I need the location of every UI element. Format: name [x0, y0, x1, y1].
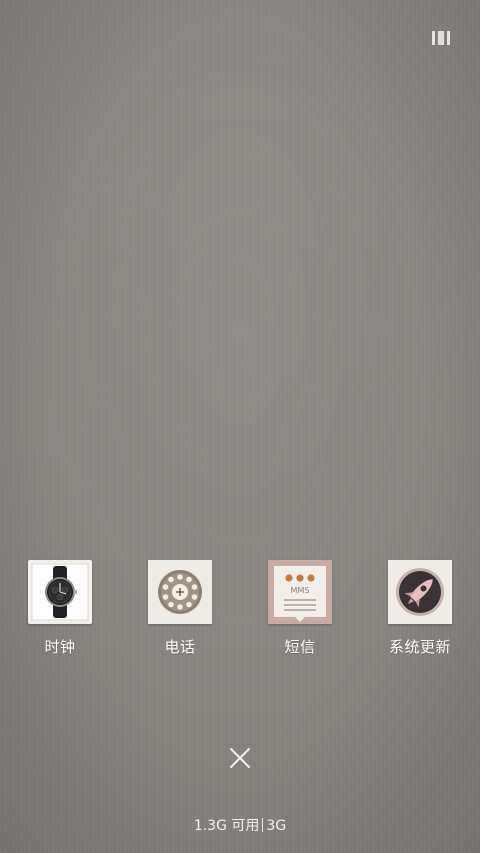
app-label: 时钟 — [44, 638, 76, 656]
app-phone[interactable]: 电话 — [125, 560, 235, 657]
mms-icon: MMS — [268, 560, 332, 624]
rotary-phone-icon — [148, 560, 212, 624]
app-system-update[interactable]: 系统更新 — [365, 560, 475, 657]
app-messages[interactable]: MMS 短信 — [245, 560, 355, 657]
divider — [262, 818, 264, 832]
watch-icon — [28, 560, 92, 624]
app-label: 系统更新 — [388, 638, 451, 656]
screen-toggle-icon[interactable] — [432, 31, 451, 45]
mms-text: MMS — [291, 586, 310, 595]
close-icon[interactable] — [226, 744, 254, 772]
app-clock[interactable]: 时钟 — [5, 560, 115, 657]
wallpaper-vignette — [0, 0, 480, 853]
available-memory: 1.3G 可用 — [193, 818, 260, 834]
storage-status: 1.3G 可用 3G — [0, 815, 480, 835]
app-label: 短信 — [284, 638, 316, 656]
network-type: 3G — [266, 818, 287, 834]
app-label: 电话 — [164, 638, 196, 656]
rocket-icon — [388, 560, 452, 624]
